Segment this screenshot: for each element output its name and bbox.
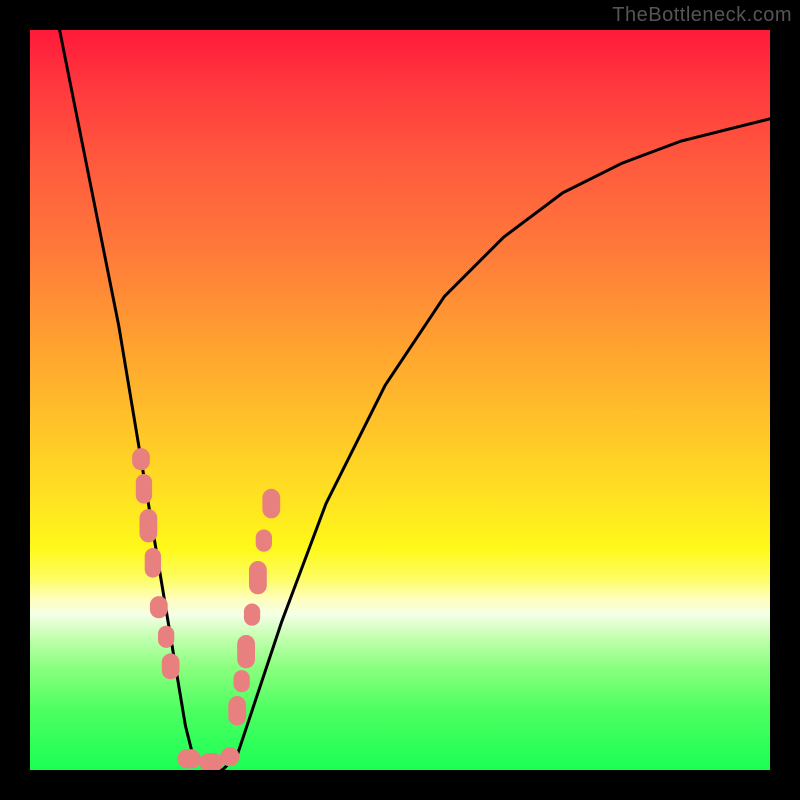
watermark-text: TheBottleneck.com (612, 4, 792, 27)
chart-frame: TheBottleneck.com (0, 0, 800, 800)
chart-plot-area (30, 30, 770, 770)
